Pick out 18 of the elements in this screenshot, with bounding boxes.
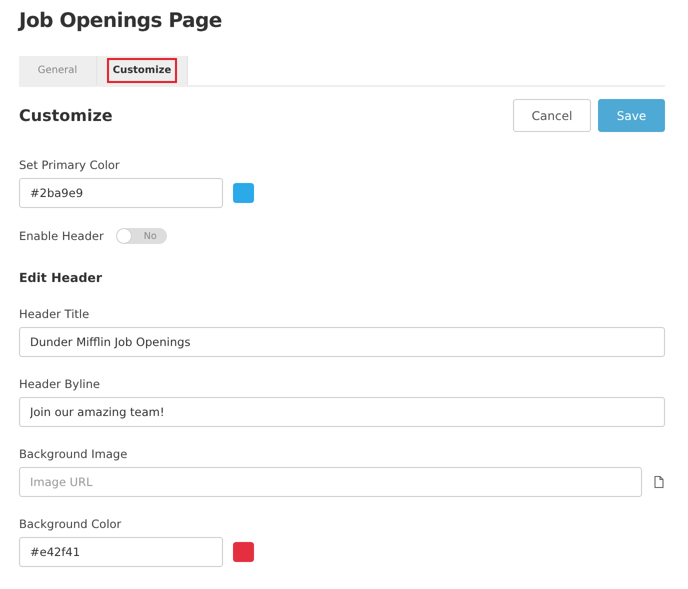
text-field[interactable]: Dunder Mifflin Job Openings [19, 327, 665, 357]
tab[interactable]: Customize [97, 56, 188, 85]
field-label: Background Image [19, 447, 128, 461]
page-title: Job Openings Page [19, 8, 223, 32]
color-swatch[interactable] [233, 542, 254, 562]
field-label: Background Color [19, 517, 122, 531]
field-label: Header Byline [19, 377, 101, 391]
color-field[interactable]: #2ba9e9 [19, 178, 223, 208]
toggle-label: Enable Header [19, 229, 104, 243]
file-icon[interactable] [654, 476, 664, 488]
color-swatch[interactable] [233, 183, 254, 203]
url-field[interactable]: Image URL [19, 467, 642, 497]
field-label: Header Title [19, 307, 90, 321]
section-title: Customize [19, 106, 113, 125]
field-label: Set Primary Color [19, 158, 121, 172]
cancel-button[interactable]: Cancel [513, 99, 591, 132]
section-heading: Edit Header [19, 270, 104, 285]
color-field[interactable]: #e42f41 [19, 537, 223, 567]
